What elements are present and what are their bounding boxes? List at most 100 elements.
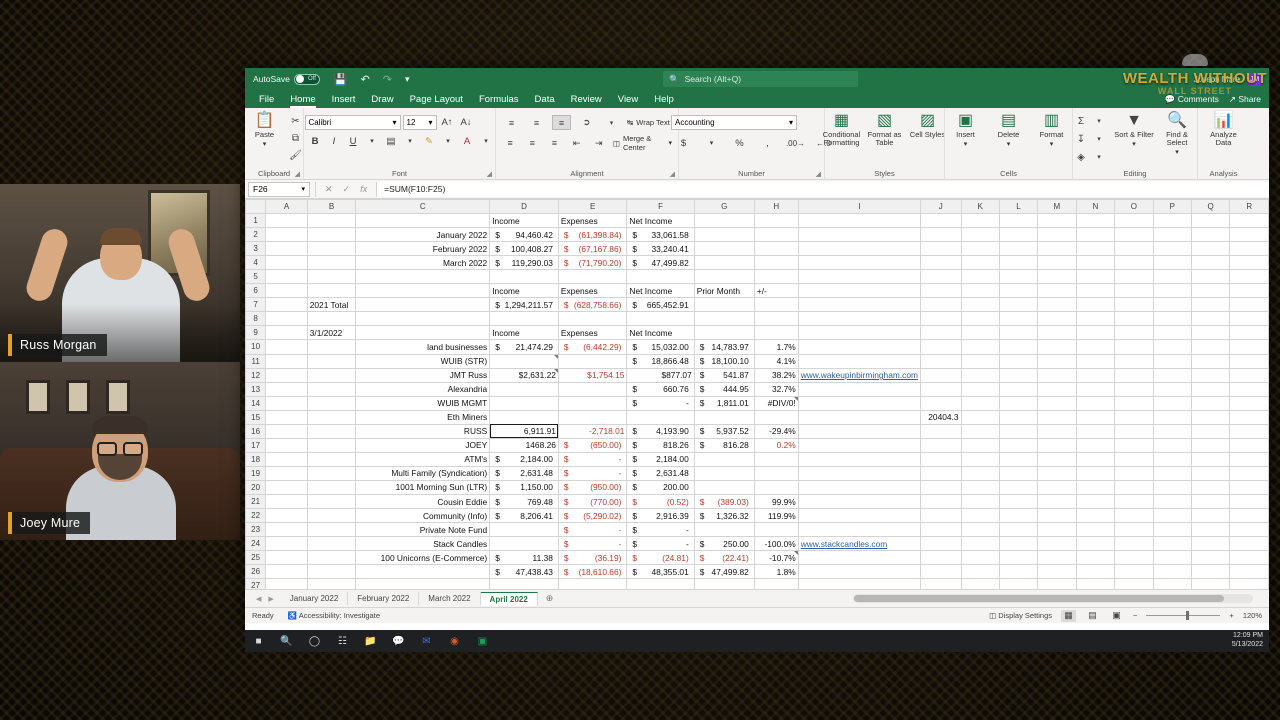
- cell-M3[interactable]: [1037, 241, 1077, 257]
- zoom-slider[interactable]: [1146, 611, 1221, 621]
- cell-I18[interactable]: [797, 451, 921, 467]
- cell-K7[interactable]: [960, 297, 1000, 313]
- cell-G20[interactable]: [693, 479, 755, 495]
- cell-M14[interactable]: [1037, 395, 1077, 411]
- enter-icon[interactable]: ✓: [343, 184, 351, 195]
- cell-N18[interactable]: [1075, 451, 1116, 467]
- cell-J21[interactable]: [919, 493, 962, 510]
- cell-R15[interactable]: [1229, 409, 1269, 425]
- cell-K8[interactable]: [960, 311, 1000, 327]
- cell-J14[interactable]: [919, 395, 962, 411]
- cell-K20[interactable]: [960, 479, 1000, 495]
- comma-format-icon[interactable]: ,: [759, 135, 776, 151]
- cell-E17[interactable]: $ (650.00): [557, 437, 628, 453]
- cell-R5[interactable]: [1229, 269, 1269, 285]
- cell-N16[interactable]: [1075, 423, 1116, 439]
- align-center-icon[interactable]: ≡: [524, 136, 540, 151]
- cell-I14[interactable]: [797, 395, 921, 411]
- cell-M5[interactable]: [1037, 269, 1077, 285]
- cell-C20[interactable]: 1001 Morning Sun (LTR): [355, 479, 491, 495]
- fill-icon[interactable]: ↧: [1073, 132, 1089, 146]
- cell-O21[interactable]: [1114, 493, 1154, 510]
- cell-P21[interactable]: [1152, 493, 1192, 510]
- tab-data[interactable]: Data: [527, 92, 563, 107]
- cell-K27[interactable]: [960, 578, 1000, 589]
- cell-F15[interactable]: [626, 409, 695, 425]
- cell-P20[interactable]: [1152, 479, 1192, 495]
- cell-O18[interactable]: [1114, 451, 1154, 467]
- cell-M24[interactable]: [1037, 536, 1077, 552]
- save-icon[interactable]: 💾: [334, 73, 348, 86]
- cell-E22[interactable]: $ (5,290.02): [557, 508, 628, 524]
- cell-A10[interactable]: [265, 339, 308, 355]
- cell-J10[interactable]: [919, 339, 962, 355]
- cell-R13[interactable]: [1229, 381, 1269, 397]
- cell-G24[interactable]: $250.00: [693, 536, 755, 552]
- cell-N11[interactable]: [1075, 353, 1116, 369]
- font-dialog-launcher[interactable]: ◢: [487, 170, 492, 178]
- cell-C17[interactable]: JOEY: [355, 437, 491, 453]
- cell-G18[interactable]: [693, 451, 755, 467]
- chevron-down-icon[interactable]: ▾: [1091, 150, 1107, 164]
- clear-icon[interactable]: ◈: [1073, 150, 1089, 164]
- cell-J27[interactable]: [919, 578, 962, 589]
- cell-R2[interactable]: [1229, 227, 1269, 243]
- cell-F13[interactable]: $660.76: [626, 381, 695, 397]
- insert-function-icon[interactable]: fx: [360, 184, 367, 194]
- sheet-tab-april[interactable]: April 2022: [480, 591, 538, 606]
- cell-H17[interactable]: 0.2%: [753, 437, 799, 453]
- cell-B27[interactable]: [306, 578, 357, 589]
- cell-H25[interactable]: -10.7%: [753, 550, 799, 566]
- cell-E18[interactable]: $ -: [557, 451, 628, 467]
- cell-O12[interactable]: [1114, 367, 1154, 383]
- cell-H22[interactable]: 119.9%: [753, 508, 799, 524]
- cell-M15[interactable]: [1037, 409, 1077, 425]
- cell-Q3[interactable]: [1190, 241, 1231, 257]
- cell-E12[interactable]: $1,754.15: [557, 367, 628, 383]
- cell-E6[interactable]: Expenses: [557, 283, 628, 299]
- redo-icon[interactable]: ↷: [383, 73, 392, 86]
- analyze-data-button[interactable]: 📊 Analyze Data: [1204, 111, 1244, 147]
- cell-Q23[interactable]: [1190, 522, 1231, 538]
- cell-P14[interactable]: [1152, 395, 1192, 411]
- prev-sheet-icon[interactable]: ◀: [256, 595, 261, 603]
- chevron-down-icon[interactable]: ▾: [364, 133, 381, 149]
- cell-L18[interactable]: [998, 451, 1039, 467]
- cell-B15[interactable]: [306, 409, 357, 425]
- orientation-icon[interactable]: ➲: [577, 115, 596, 130]
- cell-B18[interactable]: [306, 451, 357, 467]
- cell-D3[interactable]: $100,408.27: [489, 241, 559, 257]
- cell-Q5[interactable]: [1190, 269, 1231, 285]
- cell-K13[interactable]: [960, 381, 1000, 397]
- cell-C9[interactable]: [355, 325, 491, 341]
- cell-G6[interactable]: Prior Month: [693, 283, 755, 299]
- column-header-l[interactable]: L: [998, 199, 1039, 215]
- cell-C13[interactable]: Alexandria: [355, 381, 491, 397]
- row-header-15[interactable]: 15: [245, 409, 267, 425]
- row-header-7[interactable]: 7: [245, 297, 267, 313]
- horizontal-scrollbar[interactable]: [853, 594, 1253, 603]
- cell-J26[interactable]: [919, 564, 962, 580]
- conditional-formatting-button[interactable]: ▦ Conditional Formatting: [822, 111, 862, 147]
- cell-L2[interactable]: [998, 227, 1039, 243]
- cell-G10[interactable]: $14,783.97: [693, 339, 755, 355]
- column-header-f[interactable]: F: [626, 199, 695, 215]
- cell-B16[interactable]: [306, 423, 357, 439]
- cell-P23[interactable]: [1152, 522, 1192, 538]
- cell-N21[interactable]: [1075, 493, 1116, 510]
- cell-C27[interactable]: [355, 578, 491, 589]
- zoom-out-button[interactable]: −: [1133, 611, 1137, 620]
- fill-color-icon[interactable]: ✎: [421, 133, 438, 149]
- cell-F5[interactable]: [626, 269, 695, 285]
- row-header-22[interactable]: 22: [245, 508, 267, 524]
- increase-indent-icon[interactable]: ⇥: [591, 136, 607, 151]
- cell-R21[interactable]: [1229, 493, 1269, 510]
- cell-A4[interactable]: [265, 255, 308, 271]
- cell-J5[interactable]: [919, 269, 962, 285]
- chevron-down-icon[interactable]: ▾: [263, 141, 267, 148]
- number-dialog-launcher[interactable]: ◢: [816, 170, 821, 178]
- cell-D18[interactable]: $2,184.00: [489, 451, 559, 467]
- cell-C1[interactable]: [355, 213, 491, 229]
- cell-H27[interactable]: [753, 578, 799, 589]
- column-header-g[interactable]: G: [693, 199, 755, 215]
